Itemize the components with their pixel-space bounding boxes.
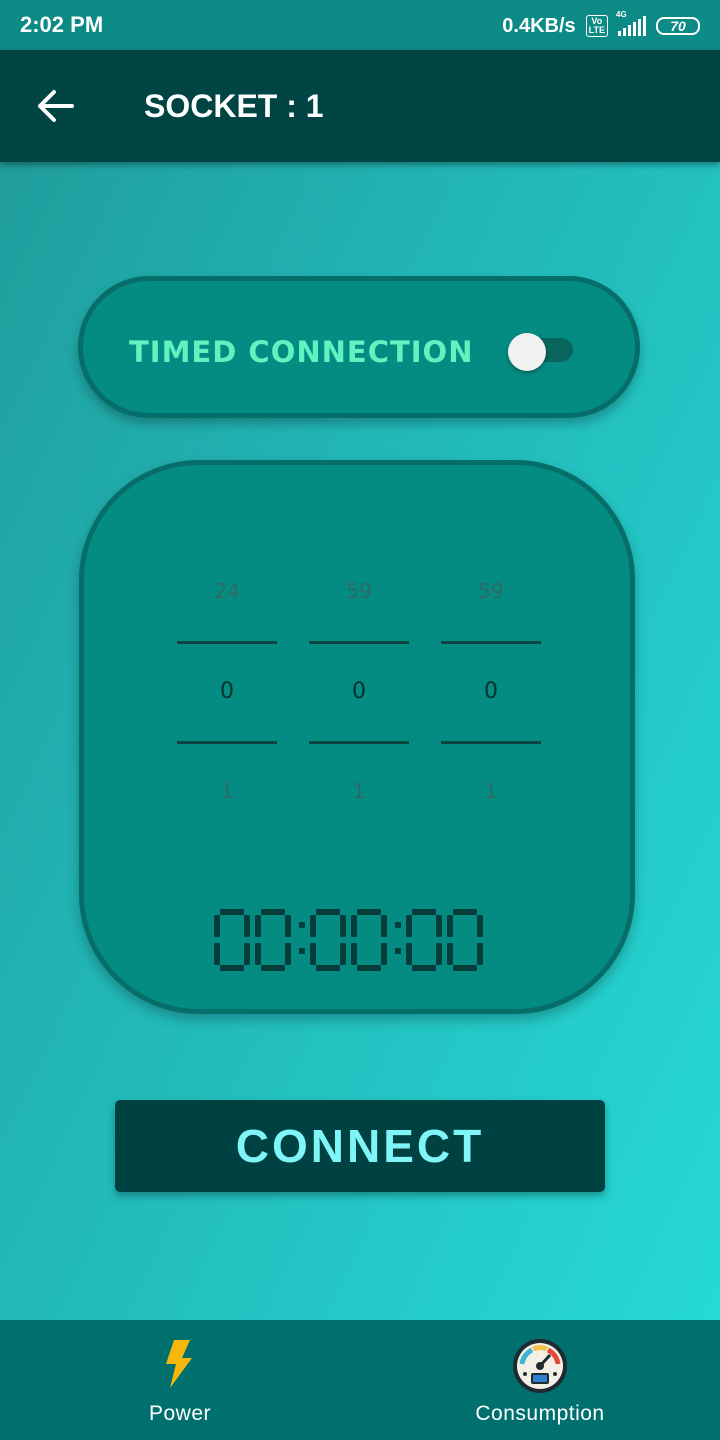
seconds-next-value[interactable]: 1 <box>441 779 541 803</box>
display-digit-segment <box>310 915 316 937</box>
display-digit-segment <box>381 915 387 937</box>
display-digit-segment <box>316 965 340 971</box>
minutes-current-value[interactable]: 0 <box>309 679 409 704</box>
page-title: SOCKET : 1 <box>144 88 324 124</box>
display-digit-segment <box>381 943 387 965</box>
display-digit-segment <box>255 915 261 937</box>
seconds-prev-value[interactable]: 59 <box>441 579 541 603</box>
minutes-next-value[interactable]: 1 <box>309 779 409 803</box>
picker-divider <box>441 741 541 744</box>
picker-divider <box>309 641 409 644</box>
hours-next-value[interactable]: 1 <box>177 779 277 803</box>
display-digit-segment <box>406 943 412 965</box>
seconds-current-value[interactable]: 0 <box>441 679 541 704</box>
timed-connection-card: TIMED CONNECTION <box>78 276 640 418</box>
seconds-picker[interactable]: 59 0 1 <box>441 565 541 825</box>
display-digit-segment <box>351 943 357 965</box>
nav-item-power[interactable]: Power <box>60 1320 300 1440</box>
display-digit-segment <box>244 943 250 965</box>
display-colon-dot <box>395 922 401 928</box>
picker-divider <box>309 741 409 744</box>
display-digit-segment <box>412 909 436 915</box>
display-digit-segment <box>261 909 285 915</box>
display-digit-segment <box>447 915 453 937</box>
display-digit-segment <box>436 915 442 937</box>
picker-divider <box>177 641 277 644</box>
display-digit-segment <box>351 915 357 937</box>
volte-icon: Vo LTE <box>585 15 608 37</box>
display-digit-segment <box>447 943 453 965</box>
picker-divider <box>441 641 541 644</box>
display-digit-segment <box>220 965 244 971</box>
display-digit-segment <box>285 915 291 937</box>
display-digit-segment <box>261 965 285 971</box>
timer-card: 24 0 1 59 0 1 59 0 1 <box>79 460 635 1014</box>
display-digit-segment <box>477 915 483 937</box>
status-bar: 2:02 PM 0.4KB/s Vo LTE 4G 70 <box>0 0 720 50</box>
display-colon-dot <box>299 922 305 928</box>
display-digit-segment <box>220 909 244 915</box>
display-digit-segment <box>357 909 381 915</box>
display-digit-segment <box>310 943 316 965</box>
display-digit-segment <box>357 965 381 971</box>
display-digit-segment <box>477 943 483 965</box>
signal-icon: 4G <box>616 10 646 36</box>
display-digit-segment <box>244 915 250 937</box>
hours-prev-value[interactable]: 24 <box>177 579 277 603</box>
display-digit-segment <box>340 943 346 965</box>
picker-divider <box>177 741 277 744</box>
display-digit-segment <box>316 909 340 915</box>
bottom-nav: Power Consumption <box>0 1320 720 1440</box>
display-digit-segment <box>214 915 220 937</box>
lightning-bolt-icon <box>166 1340 192 1388</box>
nav-item-consumption[interactable]: Consumption <box>420 1320 660 1440</box>
display-digit-segment <box>255 943 261 965</box>
display-colon-dot <box>395 948 401 954</box>
display-colon-dot <box>299 948 305 954</box>
display-digit-segment <box>340 915 346 937</box>
nav-label-consumption: Consumption <box>475 1402 605 1425</box>
hours-current-value[interactable]: 0 <box>177 679 277 704</box>
timed-connection-label: TIMED CONNECTION <box>129 335 474 369</box>
minutes-picker[interactable]: 59 0 1 <box>309 565 409 825</box>
arrow-left-icon <box>38 90 74 122</box>
display-digit-segment <box>453 909 477 915</box>
speedometer-icon <box>513 1339 567 1393</box>
volte-bottom-text: LTE <box>588 25 605 35</box>
display-digit-segment <box>453 965 477 971</box>
hours-picker[interactable]: 24 0 1 <box>177 565 277 825</box>
display-digit-segment <box>406 915 412 937</box>
status-indicators: 0.4KB/s Vo LTE 4G 70 <box>502 10 700 40</box>
nav-label-power: Power <box>148 1402 212 1425</box>
network-speed: 0.4KB/s <box>502 14 576 37</box>
connect-button[interactable]: CONNECT <box>115 1100 605 1192</box>
minutes-prev-value[interactable]: 59 <box>309 579 409 603</box>
battery-icon: 70 <box>656 17 700 35</box>
app-bar: SOCKET : 1 <box>0 50 720 162</box>
network-type: 4G <box>616 10 627 19</box>
status-time: 2:02 PM <box>20 12 104 37</box>
display-digit-segment <box>436 943 442 965</box>
display-digit-segment <box>412 965 436 971</box>
timed-connection-switch[interactable] <box>505 333 575 371</box>
countdown-display <box>214 909 483 971</box>
switch-thumb[interactable] <box>508 333 546 371</box>
display-digit-segment <box>214 943 220 965</box>
display-digit-segment <box>285 943 291 965</box>
back-button[interactable] <box>32 86 80 126</box>
